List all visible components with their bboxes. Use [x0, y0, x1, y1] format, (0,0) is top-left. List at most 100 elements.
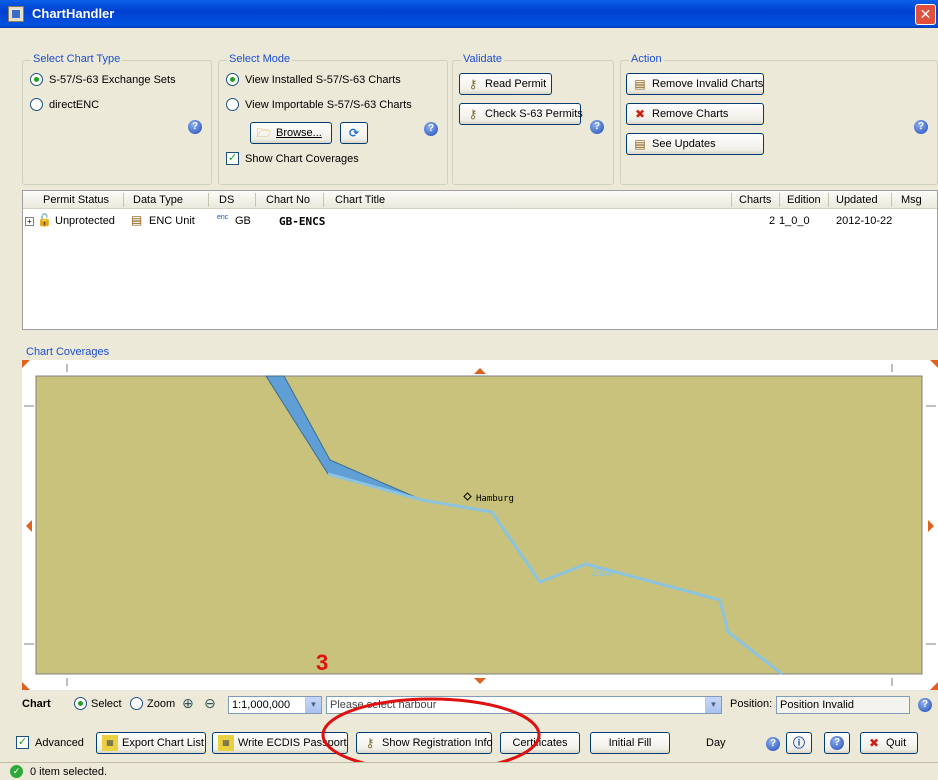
chart-coverage-map[interactable]: Hamburg Elbe 3	[22, 360, 938, 690]
data-type-cell: ENC Unit	[149, 215, 195, 227]
zoom-in-icon[interactable]: ⊕	[182, 695, 194, 712]
river-label-elbe: Elbe	[592, 567, 614, 579]
radio-indicator	[74, 697, 87, 710]
radio-indicator	[226, 98, 239, 111]
radio-select-mode[interactable]: Select	[74, 697, 122, 710]
chart-bar-label: Chart	[22, 698, 51, 710]
group-label: Validate	[461, 53, 504, 65]
column-header[interactable]: Charts	[739, 194, 771, 206]
charts-cell: 2	[769, 215, 776, 227]
title-bar: ChartHandler ✕	[0, 0, 938, 28]
keys-icon: ⚷	[468, 77, 478, 91]
zoom-out-icon[interactable]: ⊖	[204, 695, 216, 712]
help-icon[interactable]: ?	[188, 120, 202, 134]
radio-indicator	[30, 73, 43, 86]
help-icon[interactable]: ?	[914, 120, 928, 134]
position-label: Position:	[730, 698, 773, 710]
column-header[interactable]: Msg	[901, 194, 922, 206]
chart-stack-icon: ▤	[634, 77, 646, 91]
scale-select[interactable]: 1:1,000,000 ▼	[228, 696, 322, 714]
status-bar: ✓ 0 item selected.	[0, 762, 938, 780]
remove-invalid-charts-button[interactable]: ▤ Remove Invalid Charts	[626, 73, 764, 95]
radio-label: Select	[91, 697, 122, 710]
remove-icon: ✖	[634, 107, 646, 121]
help-icon[interactable]: ?	[918, 698, 932, 712]
radio-zoom-mode[interactable]: Zoom	[130, 697, 175, 710]
position-field: Position Invalid	[776, 696, 910, 714]
column-header[interactable]: Updated	[836, 194, 878, 206]
help-button[interactable]: ?	[824, 732, 850, 754]
status-text: 0 item selected.	[30, 766, 108, 778]
column-header[interactable]: Edition	[787, 194, 821, 206]
radio-label: View Installed S-57/S-63 Charts	[245, 73, 401, 86]
unlocked-icon: 🔓	[37, 213, 52, 227]
remove-charts-button[interactable]: ✖ Remove Charts	[626, 103, 764, 125]
column-header[interactable]: Permit Status	[43, 194, 109, 206]
radio-view-installed[interactable]: View Installed S-57/S-63 Charts	[226, 73, 401, 86]
radio-label: S-57/S-63 Exchange Sets	[49, 73, 176, 86]
enc-icon: enc	[217, 214, 229, 221]
checkbox-box: ✓	[226, 152, 239, 165]
help-icon: ?	[830, 736, 844, 750]
radio-exchange-sets[interactable]: S-57/S-63 Exchange Sets	[30, 73, 176, 86]
button-label: Initial Fill	[608, 737, 652, 749]
initial-fill-button[interactable]: Initial Fill	[590, 732, 670, 754]
checkbox-label: Show Chart Coverages	[245, 152, 359, 165]
close-window-button[interactable]: ✕	[915, 4, 936, 25]
expand-icon[interactable]: +	[25, 217, 34, 226]
info-button[interactable]: ⓘ	[786, 732, 812, 754]
edition-cell: 1_0_0	[779, 215, 810, 227]
radio-indicator	[130, 697, 143, 710]
chart-coverages-label: Chart Coverages	[26, 346, 110, 358]
permit-status-cell: Unprotected	[55, 215, 115, 227]
keys-icon: ⚷	[468, 107, 478, 121]
radio-label: Zoom	[147, 697, 176, 710]
help-icon[interactable]: ?	[766, 737, 780, 751]
button-label: Browse...	[276, 127, 322, 139]
see-updates-button[interactable]: ▤ See Updates	[626, 133, 764, 155]
column-header[interactable]: Chart No	[266, 194, 310, 206]
day-label: Day	[706, 737, 726, 749]
export-chart-list-button[interactable]: ▦ Export Chart List	[96, 732, 206, 754]
radio-directenc[interactable]: directENC	[30, 98, 99, 111]
column-header[interactable]: DS	[219, 194, 234, 206]
folder-open-icon: 🗁	[256, 126, 272, 140]
radio-indicator	[226, 73, 239, 86]
button-label: Remove Charts	[652, 108, 729, 120]
button-label: Export Chart List	[122, 737, 204, 749]
map-land-area	[35, 375, 923, 675]
chevron-down-icon[interactable]: ▼	[705, 697, 721, 713]
chart-no-cell: GB-ENCS	[279, 215, 326, 228]
status-ok-icon: ✓	[10, 765, 23, 778]
ds-cell: GB	[235, 215, 251, 227]
updated-cell: 2012-10-22	[836, 215, 893, 227]
chart-list-table[interactable]: Permit Status Data Type DS Chart No Char…	[22, 190, 938, 330]
button-label: Check S-63 Permits	[485, 108, 583, 120]
table-row[interactable]: + 🔓 Unprotected ▤ ENC Unit enc GB GB-ENC…	[23, 213, 937, 229]
group-label: Action	[629, 53, 664, 65]
app-icon	[8, 6, 24, 22]
read-permit-button[interactable]: ⚷ Read Permit	[459, 73, 552, 95]
refresh-icon: ⟳	[348, 126, 360, 140]
radio-view-importable[interactable]: View Importable S-57/S-63 Charts	[226, 98, 412, 111]
place-label-hamburg: Hamburg	[476, 494, 514, 504]
refresh-button[interactable]: ⟳	[340, 122, 368, 144]
group-label: Select Chart Type	[31, 53, 123, 65]
help-icon[interactable]: ?	[424, 122, 438, 136]
chart-stack-icon: ▤	[634, 137, 646, 151]
help-icon[interactable]: ?	[590, 120, 604, 134]
info-icon: ⓘ	[792, 736, 805, 750]
quit-button[interactable]: ✖ Quit	[860, 732, 918, 754]
show-chart-coverages-checkbox[interactable]: ✓ Show Chart Coverages	[226, 152, 359, 165]
column-header[interactable]: Chart Title	[335, 194, 385, 206]
button-label: Remove Invalid Charts	[652, 78, 764, 90]
column-header[interactable]: Data Type	[133, 194, 183, 206]
ecdis-passport-icon: ▦	[218, 735, 234, 751]
browse-button[interactable]: 🗁 Browse...	[250, 122, 332, 144]
group-label: Select Mode	[227, 53, 293, 65]
check-s63-permits-button[interactable]: ⚷ Check S-63 Permits	[459, 103, 583, 125]
advanced-checkbox[interactable]: ✓ Advanced	[16, 736, 84, 749]
button-label: See Updates	[652, 138, 716, 150]
window-title: ChartHandler	[32, 6, 115, 21]
checkbox-box: ✓	[16, 736, 29, 749]
